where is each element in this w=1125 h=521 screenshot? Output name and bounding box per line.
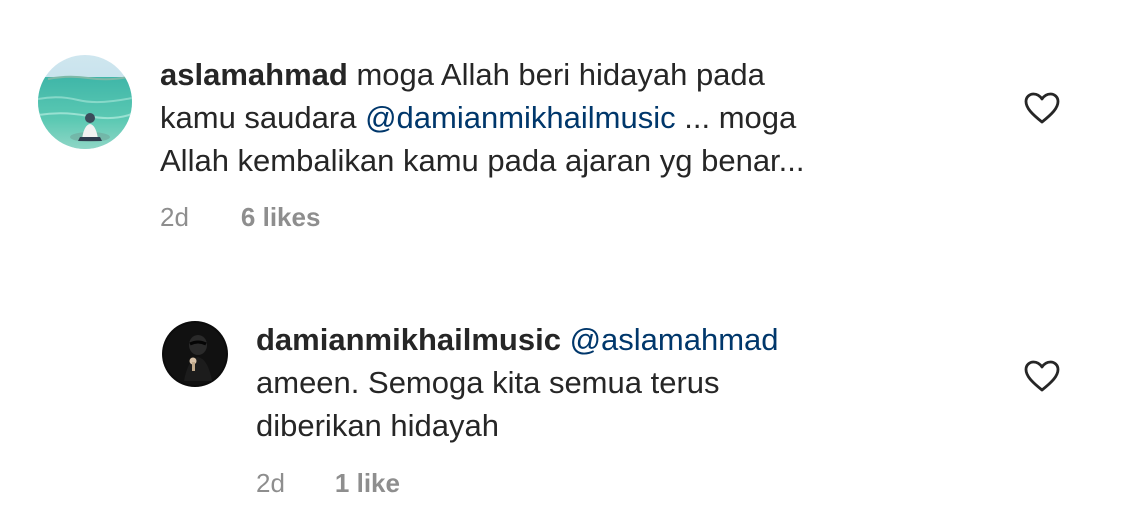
dark-portrait-avatar-icon: [162, 321, 228, 387]
mention-link[interactable]: @damianmikhailmusic: [365, 100, 676, 135]
likes-count[interactable]: 1 like: [335, 468, 400, 499]
avatar[interactable]: [162, 321, 228, 387]
timestamp[interactable]: 2d: [160, 202, 189, 233]
beach-photo-avatar-icon: [38, 55, 132, 149]
comment-text-part: kamu saudara: [160, 100, 366, 135]
heart-outline-icon[interactable]: [1023, 359, 1061, 393]
comment-text: damianmikhailmusic @aslamahmad ameen. Se…: [256, 318, 779, 447]
comment-meta: 2d 6 likes: [160, 202, 320, 233]
comment-meta: 2d 1 like: [256, 468, 400, 499]
comment-text-part: Allah kembalikan kamu pada ajaran yg ben…: [160, 143, 805, 178]
avatar[interactable]: [38, 55, 132, 149]
timestamp[interactable]: 2d: [256, 468, 285, 499]
heart-outline-icon[interactable]: [1023, 91, 1061, 125]
username-link[interactable]: aslamahmad: [160, 57, 348, 92]
comment-text-part: moga Allah beri hidayah pada: [347, 57, 765, 92]
comment-aslamahmad: aslamahmad moga Allah beri hidayah pada …: [0, 0, 1125, 260]
comment-text-part: diberikan hidayah: [256, 408, 500, 443]
username-link[interactable]: damianmikhailmusic: [256, 322, 561, 357]
mention-link[interactable]: @aslamahmad: [570, 322, 779, 357]
comment-text-part: ... moga: [675, 100, 797, 135]
reply-damianmikhailmusic: damianmikhailmusic @aslamahmad ameen. Se…: [0, 260, 1125, 521]
comment-text: aslamahmad moga Allah beri hidayah pada …: [160, 53, 805, 182]
likes-count[interactable]: 6 likes: [241, 202, 321, 233]
comment-text-part: ameen. Semoga kita semua terus: [256, 365, 720, 400]
